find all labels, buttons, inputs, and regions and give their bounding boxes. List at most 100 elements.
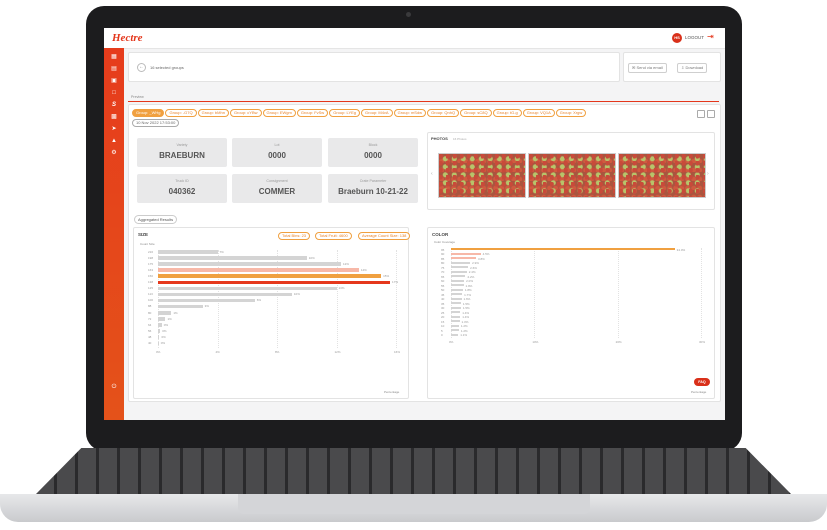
bar[interactable] — [158, 292, 292, 297]
apple-bin-photo[interactable] — [438, 153, 526, 198]
prev-photo-icon[interactable]: ‹ — [431, 171, 433, 177]
bar[interactable] — [158, 323, 162, 327]
bar[interactable] — [451, 293, 463, 296]
power-icon[interactable]: ⏻ — [109, 384, 119, 391]
group-chip[interactable]: Group: M4vA — [361, 109, 393, 117]
bar[interactable] — [451, 302, 461, 305]
group-chip[interactable]: Group: bMhn — [197, 109, 229, 117]
group-chip[interactable]: Group: tG-g — [492, 109, 522, 117]
photos-title: PHOTOS — [431, 136, 448, 141]
block-box: Block 0000 — [328, 138, 418, 167]
y-tick-label: 75 — [441, 265, 445, 270]
group-chip[interactable]: Group: -G7Q — [165, 109, 197, 117]
bar[interactable] — [158, 250, 218, 254]
bar[interactable] — [451, 306, 461, 309]
bar-value-label: 1.9% — [465, 283, 473, 288]
group-chip[interactable]: Group: EWgm — [262, 109, 296, 117]
grid-view-icon[interactable] — [697, 110, 705, 118]
bar[interactable] — [158, 329, 161, 333]
bar[interactable] — [158, 262, 341, 266]
bar[interactable] — [451, 270, 467, 273]
bar[interactable] — [158, 335, 160, 339]
bar[interactable] — [451, 333, 459, 336]
download-button[interactable]: ⇩ Download — [677, 63, 708, 73]
next-photo-icon[interactable]: › — [707, 171, 709, 177]
bar[interactable] — [451, 288, 463, 291]
y-tick-label: 0 — [441, 333, 443, 337]
bar[interactable] — [158, 280, 391, 284]
bar[interactable] — [451, 324, 459, 327]
send-email-button[interactable]: ✉ Send via email — [628, 63, 667, 73]
size-ylabel: Count Size — [140, 242, 155, 246]
s-logo-icon[interactable]: S — [109, 102, 119, 109]
bar[interactable] — [158, 341, 159, 345]
bar-value-label: 2.6% — [470, 265, 477, 270]
bar[interactable] — [158, 317, 166, 321]
bar[interactable] — [451, 275, 466, 278]
y-tick-label: 48 — [148, 334, 152, 339]
gear-icon[interactable]: ⚙ — [109, 150, 119, 157]
bar[interactable] — [158, 256, 307, 260]
bar[interactable] — [451, 248, 675, 251]
y-tick-label: 95 — [441, 247, 445, 252]
apple-bin-photo[interactable] — [528, 153, 616, 198]
bar[interactable] — [451, 279, 465, 282]
document-icon[interactable]: □ — [109, 90, 119, 97]
group-chip[interactable]: Group: cYBw — [229, 109, 262, 117]
y-tick-label: 150 — [148, 273, 154, 278]
bar[interactable] — [451, 284, 464, 287]
truck-icon[interactable]: ▣ — [109, 78, 119, 85]
group-chip[interactable]: Group: Xrgw — [555, 109, 587, 117]
bar[interactable] — [158, 304, 203, 309]
tab-preview[interactable]: Preview — [131, 95, 144, 99]
bar[interactable] — [158, 311, 172, 315]
logout-icon[interactable]: ⇥ — [707, 33, 714, 41]
group-chip[interactable]: Group: QnhQ — [427, 109, 460, 117]
size-xlabel: Percentage — [384, 390, 400, 394]
faq-button[interactable]: FAQ — [694, 378, 710, 386]
bar[interactable] — [451, 252, 481, 255]
y-tick-label: 30 — [441, 306, 445, 310]
bar[interactable] — [158, 268, 359, 272]
gridline — [534, 248, 536, 338]
bar-value-label: 3.8% — [478, 256, 485, 261]
group-chip[interactable]: Group: VQ1A — [522, 109, 555, 117]
bar[interactable] — [451, 311, 461, 314]
back-arrow-icon[interactable]: ← — [137, 63, 146, 72]
send-icon[interactable]: ➤ — [109, 126, 119, 133]
bar-value-label: 1.2% — [460, 324, 468, 328]
y-tick-label: 55 — [441, 283, 445, 288]
bar[interactable] — [451, 329, 459, 332]
lot-label: Lot — [274, 143, 280, 147]
list-view-icon[interactable] — [707, 110, 715, 118]
y-tick-label: 35 — [441, 301, 445, 306]
avatar[interactable]: HS — [672, 33, 682, 43]
bar[interactable] — [451, 297, 462, 300]
building-icon[interactable]: ▲ — [109, 138, 119, 145]
bar[interactable] — [451, 257, 476, 260]
bar[interactable] — [451, 261, 471, 264]
camera-dot — [406, 12, 411, 17]
bar[interactable] — [158, 274, 382, 278]
bar[interactable] — [158, 286, 337, 291]
scan-icon[interactable]: ▩ — [109, 114, 119, 121]
group-chip[interactable]: Group: mSdw — [393, 109, 427, 117]
bar[interactable] — [451, 315, 461, 318]
date-chip[interactable]: 10 Nov 2022 17:53:00 — [132, 119, 180, 127]
x-tick-label: 20% — [615, 340, 622, 344]
group-chip[interactable]: Group: _WHg — [132, 109, 165, 117]
grid-icon[interactable]: ▦ — [109, 54, 119, 61]
bar-value-label: 3% — [204, 304, 209, 309]
chart-icon[interactable]: ▤ — [109, 66, 119, 73]
group-chip[interactable]: Group: LYEg — [329, 109, 361, 117]
apple-bin-photo[interactable] — [618, 153, 706, 198]
bar[interactable] — [158, 298, 255, 303]
group-chip[interactable]: Group: FvSw — [296, 109, 329, 117]
logout-link[interactable]: LOGOUT — [685, 35, 704, 40]
aggregated-results-button[interactable]: Aggregated Results — [134, 215, 178, 224]
bar[interactable] — [451, 266, 469, 269]
color-chart-card: COLOR Color Coverage 0% 10% 20% 30% 95 34.0% 9… — [427, 227, 715, 399]
hectre-logo[interactable]: Hectre — [112, 32, 143, 44]
bar[interactable] — [451, 320, 460, 323]
group-chip[interactable]: Group: sC8Q — [460, 109, 492, 117]
